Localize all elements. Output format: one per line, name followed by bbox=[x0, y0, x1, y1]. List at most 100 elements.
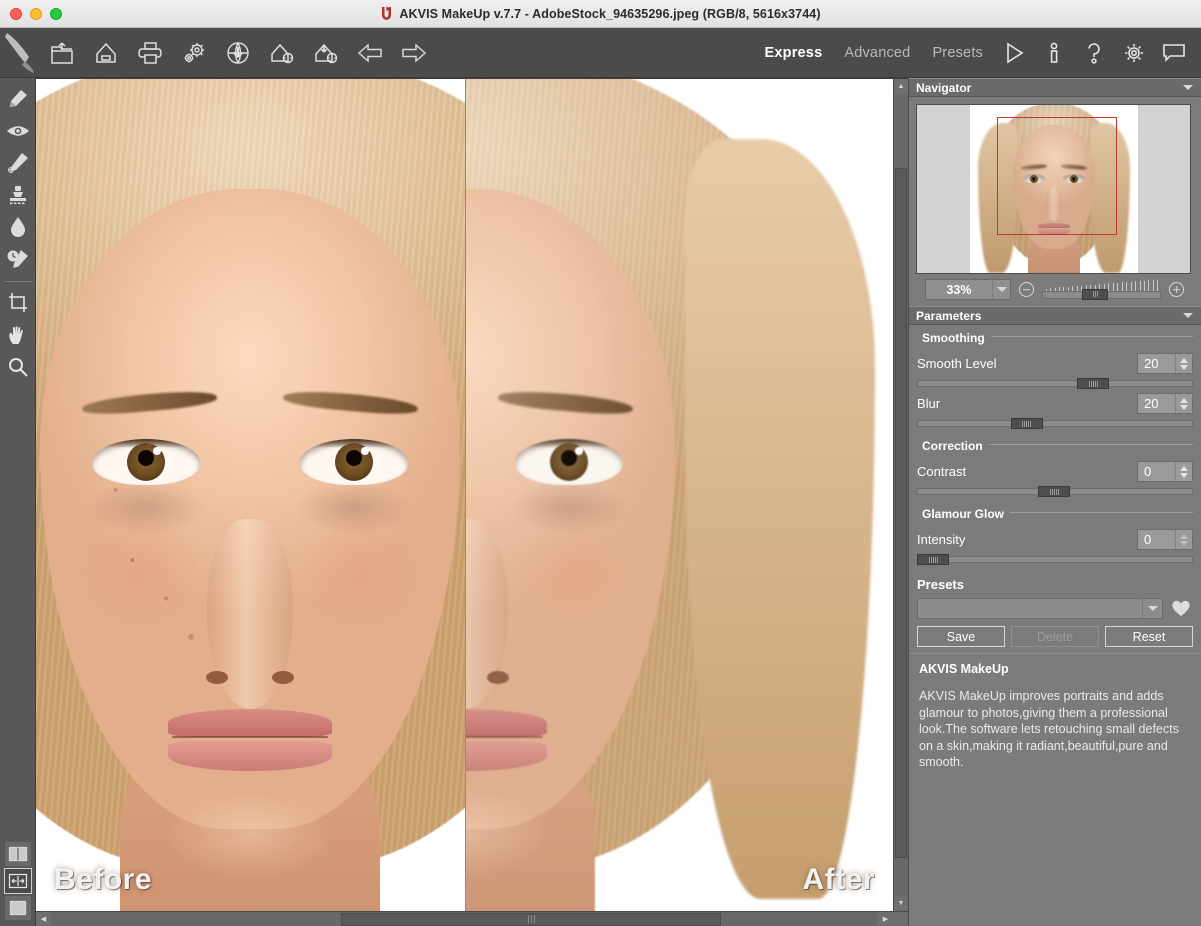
blur-slider-thumb[interactable] bbox=[1010, 418, 1043, 429]
tab-presets[interactable]: Presets bbox=[922, 41, 993, 65]
presets-block: Presets Save Delete Reset bbox=[909, 573, 1201, 653]
zoom-in-button[interactable] bbox=[1169, 282, 1184, 297]
right-panel: Navigator 33% Parameters Smoothing Smoot… bbox=[908, 78, 1201, 926]
tool-chameleon-brush[interactable] bbox=[3, 212, 33, 242]
view-single-button[interactable] bbox=[4, 896, 31, 920]
chevron-down-icon[interactable] bbox=[1142, 598, 1162, 618]
tool-hand[interactable] bbox=[3, 320, 33, 350]
contrast-stepper[interactable]: 0 bbox=[1137, 461, 1193, 482]
group-correction-title: Correction bbox=[917, 439, 989, 453]
about-button[interactable] bbox=[1035, 33, 1073, 73]
intensity-value: 0 bbox=[1144, 532, 1152, 547]
navigator-title: Navigator bbox=[916, 80, 972, 95]
chevron-down-icon[interactable] bbox=[1183, 313, 1193, 318]
redo-button[interactable] bbox=[395, 33, 433, 73]
zoom-slider[interactable] bbox=[1042, 279, 1161, 300]
stepper-arrows-icon[interactable] bbox=[1175, 354, 1192, 373]
maximize-window-button[interactable] bbox=[50, 7, 62, 20]
preset-dropdown[interactable] bbox=[917, 597, 1163, 619]
tool-blur-brush[interactable] bbox=[3, 148, 33, 178]
window-controls bbox=[0, 7, 62, 20]
zoom-slider-thumb[interactable] bbox=[1082, 288, 1109, 300]
zoom-controls: 33% bbox=[917, 274, 1193, 306]
smooth-level-stepper[interactable]: 20 bbox=[1137, 353, 1193, 374]
scroll-right-icon[interactable]: ▶ bbox=[878, 911, 893, 926]
canvas-vertical-scrollbar[interactable]: ▲ ▼ bbox=[893, 78, 908, 911]
scroll-up-icon[interactable]: ▲ bbox=[894, 79, 908, 94]
tool-crop[interactable] bbox=[3, 288, 33, 318]
export-settings-button[interactable] bbox=[307, 33, 345, 73]
import-settings-button[interactable] bbox=[263, 33, 301, 73]
view-compare-button[interactable] bbox=[3, 868, 32, 894]
save-preset-button[interactable]: Save bbox=[917, 626, 1005, 647]
contrast-slider-thumb[interactable] bbox=[1038, 486, 1071, 497]
stepper-arrows-icon[interactable] bbox=[1175, 462, 1192, 481]
close-window-button[interactable] bbox=[10, 7, 22, 20]
after-image-half bbox=[464, 79, 894, 911]
before-image-half bbox=[36, 79, 465, 911]
undo-button[interactable] bbox=[351, 33, 389, 73]
zoom-out-button[interactable] bbox=[1019, 282, 1034, 297]
help-button[interactable] bbox=[1075, 33, 1113, 73]
tool-clone-stamp[interactable] bbox=[3, 180, 33, 210]
parameters-header[interactable]: Parameters bbox=[909, 306, 1201, 325]
tool-zoom[interactable] bbox=[3, 352, 33, 382]
reset-preset-button[interactable]: Reset bbox=[1105, 626, 1193, 647]
horizontal-scroll-track[interactable] bbox=[51, 912, 878, 926]
tab-advanced[interactable]: Advanced bbox=[834, 41, 920, 65]
window-title: AKVIS MakeUp v.7.7 - AdobeStock_94635296… bbox=[399, 6, 821, 21]
before-after-divider[interactable] bbox=[464, 79, 466, 911]
navigator-thumbnail[interactable] bbox=[916, 104, 1191, 274]
image-canvas[interactable]: Before After bbox=[36, 78, 893, 911]
settings-button[interactable] bbox=[1115, 33, 1153, 73]
smooth-level-value: 20 bbox=[1144, 356, 1159, 371]
title-bar: AKVIS MakeUp v.7.7 - AdobeStock_94635296… bbox=[0, 0, 1201, 28]
delete-preset-button: Delete bbox=[1011, 626, 1099, 647]
tool-smudge[interactable] bbox=[3, 84, 33, 114]
canvas-area: Before After ▲ ▼ ◀ ▶ bbox=[36, 78, 908, 926]
intensity-slider[interactable] bbox=[917, 554, 1193, 565]
comments-button[interactable] bbox=[1155, 33, 1193, 73]
blur-value: 20 bbox=[1144, 396, 1159, 411]
smooth-level-slider-thumb[interactable] bbox=[1077, 378, 1110, 389]
canvas-horizontal-scrollbar[interactable]: ◀ ▶ bbox=[36, 911, 908, 926]
scrollbar-corner bbox=[893, 911, 908, 926]
vertical-scroll-track[interactable] bbox=[894, 94, 908, 896]
presets-title: Presets bbox=[917, 577, 964, 592]
smooth-level-slider[interactable] bbox=[917, 378, 1193, 389]
view-split-button[interactable] bbox=[4, 842, 31, 866]
open-image-button[interactable] bbox=[43, 33, 81, 73]
stepper-arrows-icon[interactable] bbox=[1175, 530, 1192, 549]
intensity-stepper[interactable]: 0 bbox=[1137, 529, 1193, 550]
stepper-arrows-icon[interactable] bbox=[1175, 394, 1192, 413]
preferences-button[interactable] bbox=[175, 33, 213, 73]
param-intensity: Intensity 0 bbox=[917, 527, 1193, 552]
tools-divider bbox=[3, 281, 32, 282]
tool-red-eye[interactable] bbox=[3, 116, 33, 146]
scroll-down-icon[interactable]: ▼ bbox=[894, 896, 908, 911]
heart-icon[interactable] bbox=[1169, 596, 1193, 620]
batch-processing-button[interactable] bbox=[219, 33, 257, 73]
blur-slider[interactable] bbox=[917, 418, 1193, 429]
navigator-viewport-rect[interactable] bbox=[997, 117, 1117, 235]
intensity-slider-thumb[interactable] bbox=[917, 554, 949, 565]
minimize-window-button[interactable] bbox=[30, 7, 42, 20]
group-glamour-glow-title: Glamour Glow bbox=[917, 507, 1011, 521]
navigator-header[interactable]: Navigator bbox=[909, 78, 1201, 97]
tool-history-brush[interactable] bbox=[3, 244, 33, 274]
scroll-left-icon[interactable]: ◀ bbox=[36, 911, 51, 926]
tab-express[interactable]: Express bbox=[755, 41, 833, 65]
save-image-button[interactable] bbox=[87, 33, 125, 73]
chevron-down-icon[interactable] bbox=[992, 280, 1010, 299]
preset-selector-row bbox=[917, 596, 1193, 620]
print-image-button[interactable] bbox=[131, 33, 169, 73]
chevron-down-icon[interactable] bbox=[1183, 85, 1193, 90]
run-button[interactable] bbox=[995, 33, 1033, 73]
blur-stepper[interactable]: 20 bbox=[1137, 393, 1193, 414]
horizontal-scroll-thumb[interactable] bbox=[341, 912, 721, 926]
vertical-scroll-thumb[interactable] bbox=[895, 168, 907, 858]
group-correction: Correction Contrast 0 bbox=[917, 437, 1193, 501]
navigator-body: 33% bbox=[909, 97, 1201, 306]
contrast-slider[interactable] bbox=[917, 486, 1193, 497]
zoom-level-field[interactable]: 33% bbox=[925, 279, 1011, 300]
